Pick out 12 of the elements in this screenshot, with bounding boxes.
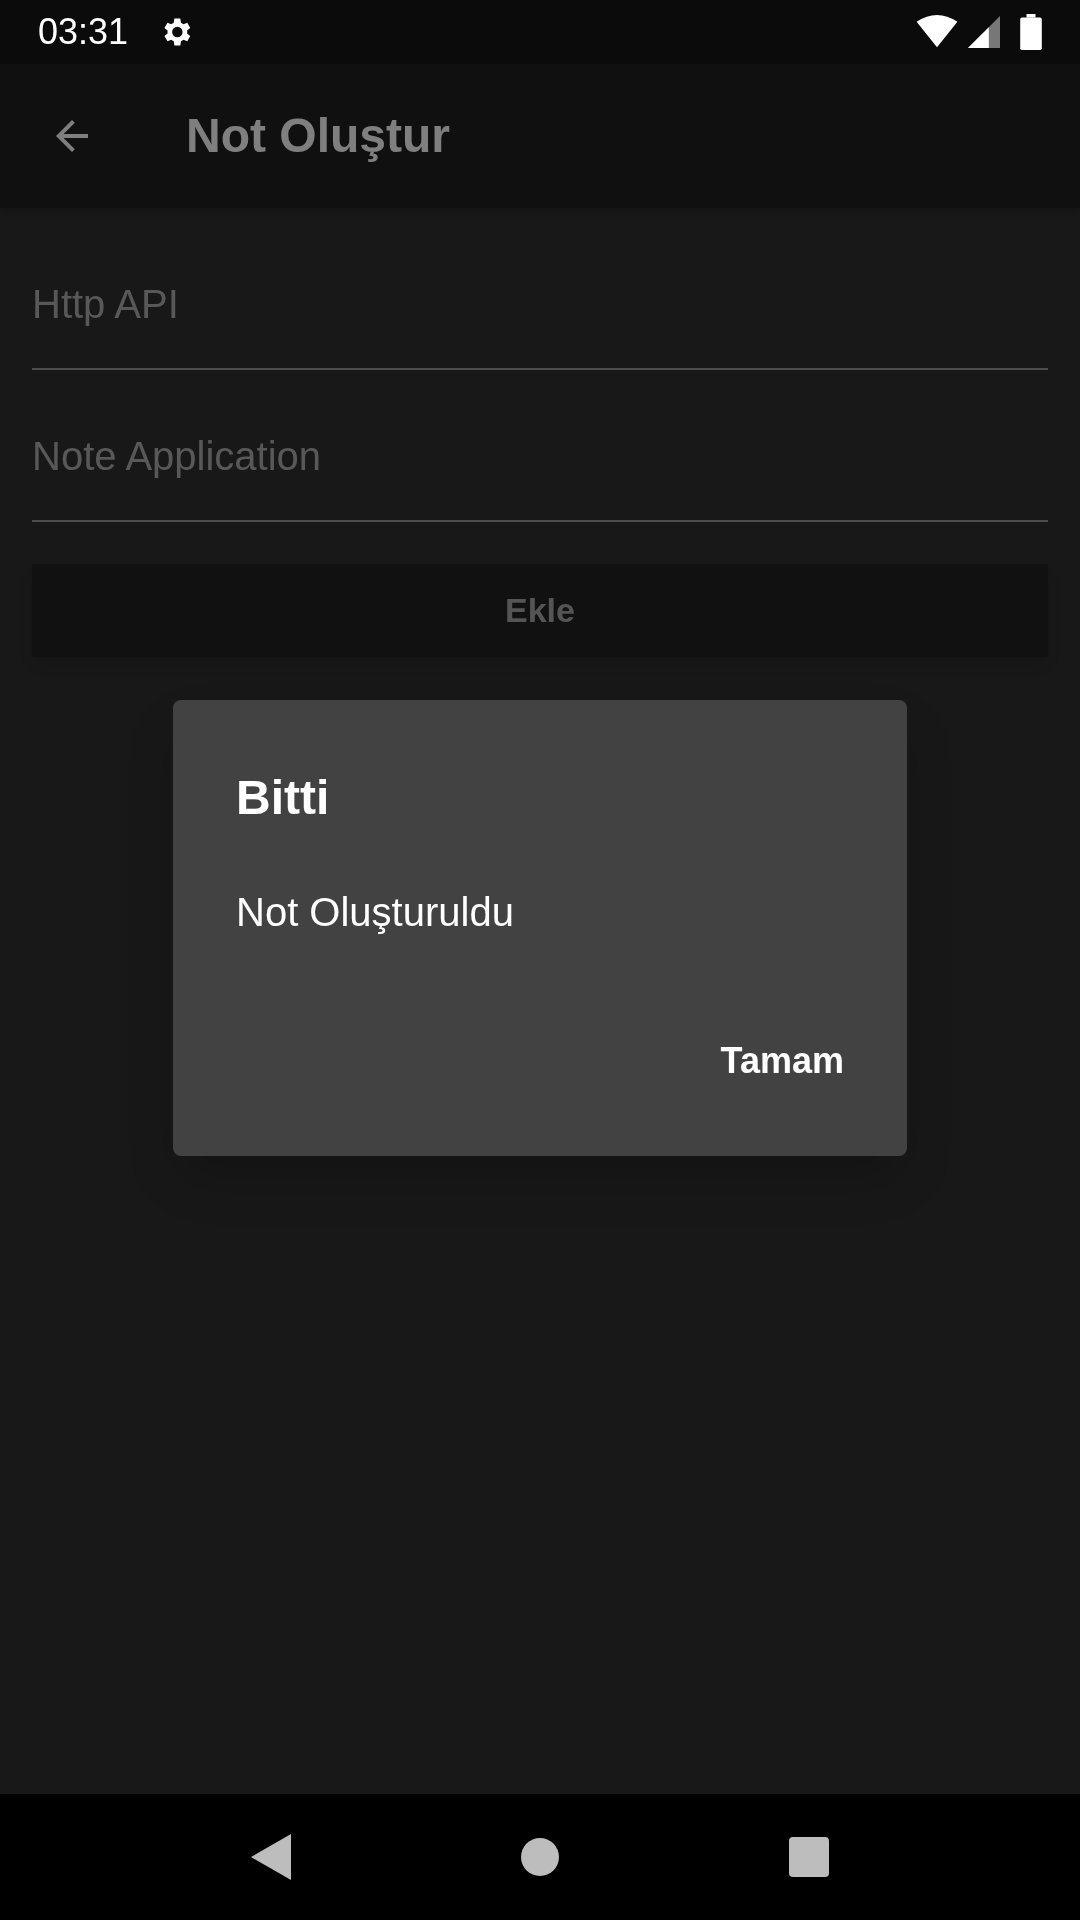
battery-icon — [1020, 14, 1042, 50]
signal-icon — [968, 16, 1000, 48]
home-icon[interactable] — [521, 1838, 559, 1876]
back-icon[interactable] — [251, 1834, 291, 1880]
dialog-message: Not Oluşturuldu — [236, 889, 515, 936]
ok-button[interactable]: Tamam — [700, 1026, 864, 1096]
app-bar-title: Not Oluştur — [186, 108, 450, 164]
dialog-title: Bitti — [236, 770, 331, 826]
text-field[interactable]: Note Application — [32, 382, 1048, 522]
status-time: 03:31 — [38, 10, 129, 54]
text-field[interactable]: Http API — [32, 230, 1048, 370]
wifi-icon — [916, 15, 958, 49]
